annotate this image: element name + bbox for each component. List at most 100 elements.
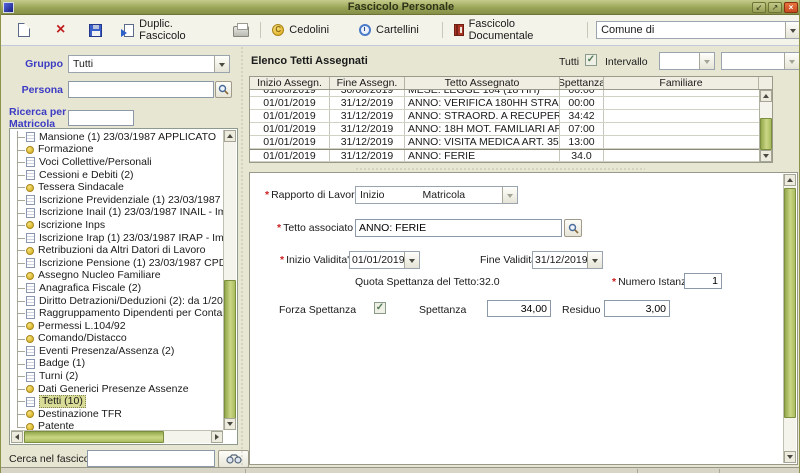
scroll-right-icon[interactable] bbox=[211, 431, 223, 443]
chevron-down-icon[interactable] bbox=[214, 56, 229, 72]
scroll-down-icon[interactable] bbox=[760, 150, 772, 162]
tree-item[interactable]: Formazione bbox=[11, 144, 223, 157]
column-header[interactable]: Tetto Assegnato bbox=[405, 77, 560, 89]
scroll-left-icon[interactable] bbox=[11, 431, 23, 443]
category-dot-icon bbox=[26, 385, 34, 393]
comune-combo[interactable]: Comune di bbox=[596, 21, 800, 39]
category-dot-icon bbox=[26, 423, 34, 430]
tree-item[interactable]: Cessioni e Debiti (2) bbox=[11, 169, 223, 182]
vertical-splitter[interactable] bbox=[240, 46, 244, 467]
tree-item[interactable]: Anagrafica Fiscale (2) bbox=[11, 282, 223, 295]
persona-search-button[interactable] bbox=[215, 81, 232, 98]
tetto-associato-input[interactable] bbox=[355, 219, 562, 237]
cartellini-button[interactable]: Cartellini bbox=[356, 22, 422, 38]
tree-item-label: Tetti (10) bbox=[39, 395, 86, 408]
window-title: Fascicolo Personale bbox=[1, 1, 800, 13]
column-header[interactable]: Fine Assegn. bbox=[330, 77, 405, 89]
numero-istanze-input[interactable] bbox=[684, 273, 722, 289]
category-dot-icon bbox=[26, 221, 34, 229]
spettanza-input[interactable] bbox=[487, 300, 551, 317]
scroll-up-icon[interactable] bbox=[784, 174, 796, 186]
table-row[interactable]: 01/01/201931/12/2019ANNO: FERIE34.0 bbox=[250, 149, 772, 162]
table-cell: 34:42 bbox=[560, 110, 604, 122]
horizontal-splitter[interactable] bbox=[355, 167, 645, 171]
scrollbar-thumb[interactable] bbox=[784, 188, 796, 418]
chevron-down-icon[interactable] bbox=[699, 53, 714, 69]
scroll-down-icon[interactable] bbox=[224, 418, 236, 430]
tree-item[interactable]: Iscrizione Previdenziale (1) 23/03/1987 … bbox=[11, 194, 223, 207]
chevron-down-icon[interactable] bbox=[404, 252, 419, 268]
tree-vertical-scrollbar[interactable] bbox=[223, 130, 236, 430]
tree-item[interactable]: Iscrizione Irap (1) 23/03/1987 IRAP - Im… bbox=[11, 232, 223, 245]
tree-item[interactable]: Badge (1) bbox=[11, 358, 223, 371]
tree-item[interactable]: Retribuzioni da Altri Datori di Lavoro bbox=[11, 244, 223, 257]
scrollbar-thumb[interactable] bbox=[224, 280, 236, 420]
chevron-down-icon[interactable] bbox=[785, 22, 800, 38]
chevron-down-icon[interactable] bbox=[587, 252, 602, 268]
intervallo-combo-from[interactable] bbox=[659, 52, 715, 70]
persona-input[interactable] bbox=[68, 81, 214, 98]
chevron-down-icon[interactable] bbox=[502, 187, 517, 203]
tree-item[interactable]: Tessera Sindacale bbox=[11, 181, 223, 194]
tutti-checkbox[interactable]: ✓ bbox=[585, 54, 597, 66]
gruppo-combo[interactable]: Tutti bbox=[68, 55, 230, 73]
maximize-button[interactable]: ↗ bbox=[768, 2, 782, 13]
tree-item[interactable]: Assegno Nucleo Familiare bbox=[11, 270, 223, 283]
tree-item[interactable]: Iscrizione Inail (1) 23/03/1987 INAIL - … bbox=[11, 207, 223, 220]
tree-item[interactable]: Turni (2) bbox=[11, 370, 223, 383]
residuo-input[interactable] bbox=[604, 300, 670, 317]
tree-item[interactable]: Iscrizione Inps bbox=[11, 219, 223, 232]
table-row[interactable]: 01/01/201931/12/2019ANNO: VERIFICA 180HH… bbox=[250, 97, 772, 110]
duplica-fascicolo-label: Duplic. Fascicolo bbox=[139, 18, 211, 42]
cerca-fascicolo-input[interactable] bbox=[87, 450, 215, 467]
tree-item[interactable]: Iscrizione Pensione (1) 23/03/1987 CPDEL… bbox=[11, 257, 223, 270]
column-header[interactable]: Familiare bbox=[604, 77, 759, 89]
tree-item[interactable]: Voci Collettive/Personali bbox=[11, 156, 223, 169]
tree-item[interactable]: Dati Generici Presenze Assenze bbox=[11, 383, 223, 396]
category-dot-icon bbox=[26, 335, 34, 343]
table-row[interactable]: 01/06/201930/06/2019MESE: LEGGE 104 (18 … bbox=[250, 90, 772, 97]
column-header[interactable]: Spettanza bbox=[560, 77, 604, 89]
scrollbar-thumb[interactable] bbox=[760, 118, 772, 150]
tree-item[interactable]: Mansione (1) 23/03/1987 APPLICATO bbox=[11, 131, 223, 144]
scroll-up-icon[interactable] bbox=[224, 130, 236, 142]
window-bottom-frame bbox=[1, 467, 800, 473]
delete-button[interactable]: × bbox=[53, 21, 68, 39]
tree-item[interactable]: Permessi L.104/92 bbox=[11, 320, 223, 333]
duplicate-icon bbox=[124, 24, 134, 37]
tree-item[interactable]: Diritto Detrazioni/Deduzioni (2): da 1/2… bbox=[11, 295, 223, 308]
duplica-fascicolo-button[interactable]: Duplic. Fascicolo bbox=[121, 16, 214, 44]
close-button[interactable]: × bbox=[784, 2, 798, 13]
fascicolo-documentale-button[interactable]: Fascicolo Documentale bbox=[451, 16, 571, 44]
chevron-down-icon[interactable] bbox=[784, 53, 799, 69]
fine-validita-combo[interactable]: 31/12/2019 bbox=[532, 251, 603, 269]
ricerca-matricola-input[interactable] bbox=[68, 110, 134, 126]
scrollbar-thumb[interactable] bbox=[24, 431, 164, 443]
tree-item[interactable]: Destinazione TFR bbox=[11, 408, 223, 421]
save-button[interactable] bbox=[86, 22, 105, 39]
restore-down-button[interactable]: ↙ bbox=[752, 2, 766, 13]
cedolini-button[interactable]: C Cedolini bbox=[269, 22, 332, 38]
table-row[interactable]: 01/01/201931/12/2019ANNO: 18H MOT. FAMIL… bbox=[250, 123, 772, 136]
rapporto-di-lavoro-combo[interactable]: InizioMatricola bbox=[355, 186, 518, 204]
column-header[interactable]: Inizio Assegn. bbox=[250, 77, 330, 89]
tree-item[interactable]: Patente bbox=[11, 421, 223, 430]
tree-item[interactable]: Comando/Distacco bbox=[11, 333, 223, 346]
scroll-up-icon[interactable] bbox=[760, 90, 772, 102]
inizio-validita-combo[interactable]: 01/01/2019 bbox=[349, 251, 420, 269]
form-vertical-scrollbar[interactable] bbox=[783, 174, 796, 463]
intervallo-combo-to[interactable] bbox=[721, 52, 800, 70]
tetto-search-button[interactable] bbox=[564, 219, 582, 237]
new-button[interactable] bbox=[15, 21, 33, 39]
scroll-down-icon[interactable] bbox=[784, 451, 796, 463]
forza-spettanza-checkbox[interactable]: ✓ bbox=[374, 302, 386, 314]
tetto-associato-label: *Tetto associato bbox=[277, 222, 353, 234]
table-vertical-scrollbar[interactable] bbox=[759, 90, 772, 162]
tree-horizontal-scrollbar[interactable] bbox=[11, 430, 223, 443]
table-row[interactable]: 01/01/201931/12/2019ANNO: VISITA MEDICA … bbox=[250, 136, 772, 149]
tree-item[interactable]: Eventi Presenza/Assenza (2) bbox=[11, 345, 223, 358]
print-button[interactable] bbox=[230, 21, 252, 39]
tree-item[interactable]: Tetti (10) bbox=[11, 395, 223, 408]
table-row[interactable]: 01/01/201931/12/2019ANNO: STRAORD. A REC… bbox=[250, 110, 772, 123]
tree-item[interactable]: Raggruppamento Dipendenti per Contabiliz… bbox=[11, 307, 223, 320]
